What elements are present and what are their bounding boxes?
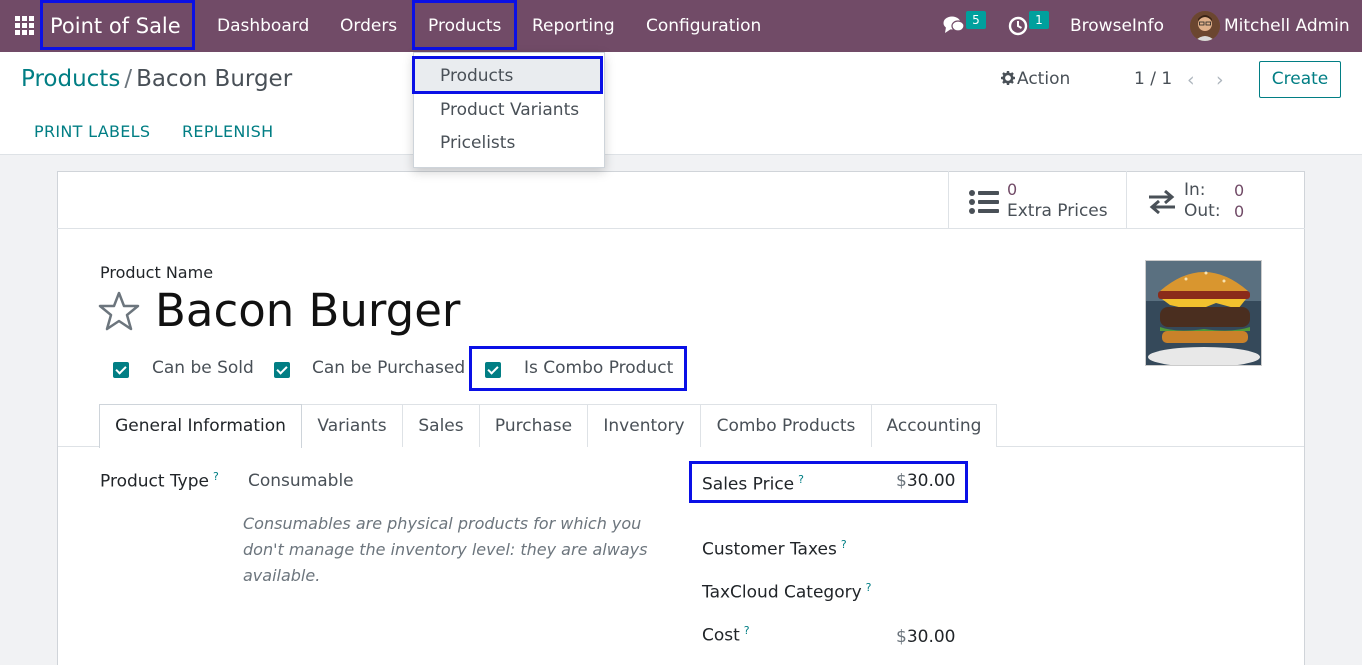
clock-icon[interactable] bbox=[1008, 16, 1028, 36]
menu-reporting[interactable]: Reporting bbox=[532, 0, 615, 52]
product-name-label: Product Name bbox=[100, 263, 214, 282]
breadcrumb-products-link[interactable]: Products bbox=[21, 66, 120, 92]
tab-variants[interactable]: Variants bbox=[301, 404, 403, 447]
product-name-field[interactable]: Bacon Burger bbox=[155, 284, 460, 337]
out-value: 0 bbox=[1234, 202, 1245, 221]
extra-prices-count: 0 bbox=[1007, 180, 1018, 199]
in-out-smart-button[interactable]: In: 0 Out: 0 bbox=[1126, 171, 1305, 229]
tab-purchase[interactable]: Purchase bbox=[479, 404, 588, 447]
company-switcher[interactable]: BrowseInfo bbox=[1070, 0, 1164, 52]
menu-configuration[interactable]: Configuration bbox=[646, 0, 761, 52]
messages-count-badge: 5 bbox=[966, 11, 986, 29]
cost-field[interactable]: $30.00 bbox=[896, 627, 956, 647]
menu-dashboard[interactable]: Dashboard bbox=[217, 0, 309, 52]
cost-label: Cost? bbox=[702, 624, 750, 646]
product-type-label: Product Type? bbox=[100, 470, 219, 492]
in-value: 0 bbox=[1234, 181, 1245, 200]
taxcloud-category-label: TaxCloud Category? bbox=[702, 581, 872, 603]
in-label: In: bbox=[1184, 180, 1206, 200]
user-menu[interactable]: Mitchell Admin bbox=[1224, 0, 1350, 52]
highlight-app-name bbox=[40, 0, 195, 50]
highlight-combo-product bbox=[469, 346, 687, 391]
breadcrumb: Products / Bacon Burger bbox=[21, 66, 292, 92]
menu-orders[interactable]: Orders bbox=[340, 0, 397, 52]
create-button[interactable]: Create bbox=[1259, 61, 1341, 98]
help-icon[interactable]: ? bbox=[213, 470, 219, 483]
highlight-sales-price bbox=[689, 461, 968, 503]
pager-previous-icon[interactable]: ‹ bbox=[1187, 69, 1195, 91]
chat-icon[interactable] bbox=[943, 15, 965, 35]
apps-grid-icon[interactable] bbox=[15, 16, 35, 36]
gear-icon bbox=[1001, 71, 1015, 85]
breadcrumb-current: Bacon Burger bbox=[136, 66, 293, 92]
dropdown-item-product-variants[interactable]: Product Variants bbox=[440, 100, 579, 120]
print-labels-button[interactable]: PRINT LABELS bbox=[34, 122, 150, 141]
can-be-purchased-checkbox[interactable] bbox=[274, 362, 290, 378]
top-navbar: Point of Sale Dashboard Orders Products … bbox=[0, 0, 1362, 52]
can-be-sold-label: Can be Sold bbox=[152, 358, 254, 378]
list-icon bbox=[969, 190, 999, 214]
product-image[interactable] bbox=[1145, 260, 1262, 366]
product-type-select[interactable]: Consumable bbox=[248, 471, 354, 491]
highlight-products-menu bbox=[412, 0, 517, 50]
help-icon[interactable]: ? bbox=[744, 624, 750, 637]
exchange-arrows-icon bbox=[1149, 190, 1175, 214]
breadcrumb-separator: / bbox=[124, 66, 133, 92]
extra-prices-label: Extra Prices bbox=[1007, 201, 1108, 221]
product-type-help-text: Consumables are physical products for wh… bbox=[243, 514, 648, 585]
action-menu[interactable]: Action bbox=[1001, 69, 1070, 89]
customer-taxes-label: Customer Taxes? bbox=[702, 538, 847, 560]
dropdown-item-pricelists[interactable]: Pricelists bbox=[440, 133, 515, 153]
pager-value[interactable]: 1 / 1 bbox=[1134, 69, 1172, 89]
tab-accounting[interactable]: Accounting bbox=[871, 404, 997, 447]
out-label: Out: bbox=[1184, 201, 1221, 221]
tab-inventory[interactable]: Inventory bbox=[587, 404, 701, 447]
replenish-button[interactable]: REPLENISH bbox=[182, 122, 273, 141]
action-label: Action bbox=[1017, 69, 1071, 89]
highlight-products-item bbox=[412, 56, 603, 94]
can-be-sold-checkbox[interactable] bbox=[113, 362, 129, 378]
user-avatar[interactable] bbox=[1190, 11, 1220, 41]
can-be-purchased-label: Can be Purchased bbox=[312, 358, 466, 378]
favorite-star-icon[interactable] bbox=[98, 290, 140, 332]
pager-next-icon[interactable]: › bbox=[1216, 69, 1224, 91]
activities-count-badge: 1 bbox=[1029, 11, 1049, 29]
tab-combo-products[interactable]: Combo Products bbox=[700, 404, 872, 447]
tab-general-information[interactable]: General Information bbox=[99, 404, 302, 448]
tab-sales[interactable]: Sales bbox=[402, 404, 480, 447]
help-icon[interactable]: ? bbox=[841, 538, 847, 551]
extra-prices-smart-button[interactable]: 0 Extra Prices bbox=[948, 171, 1126, 229]
help-icon[interactable]: ? bbox=[866, 581, 872, 594]
